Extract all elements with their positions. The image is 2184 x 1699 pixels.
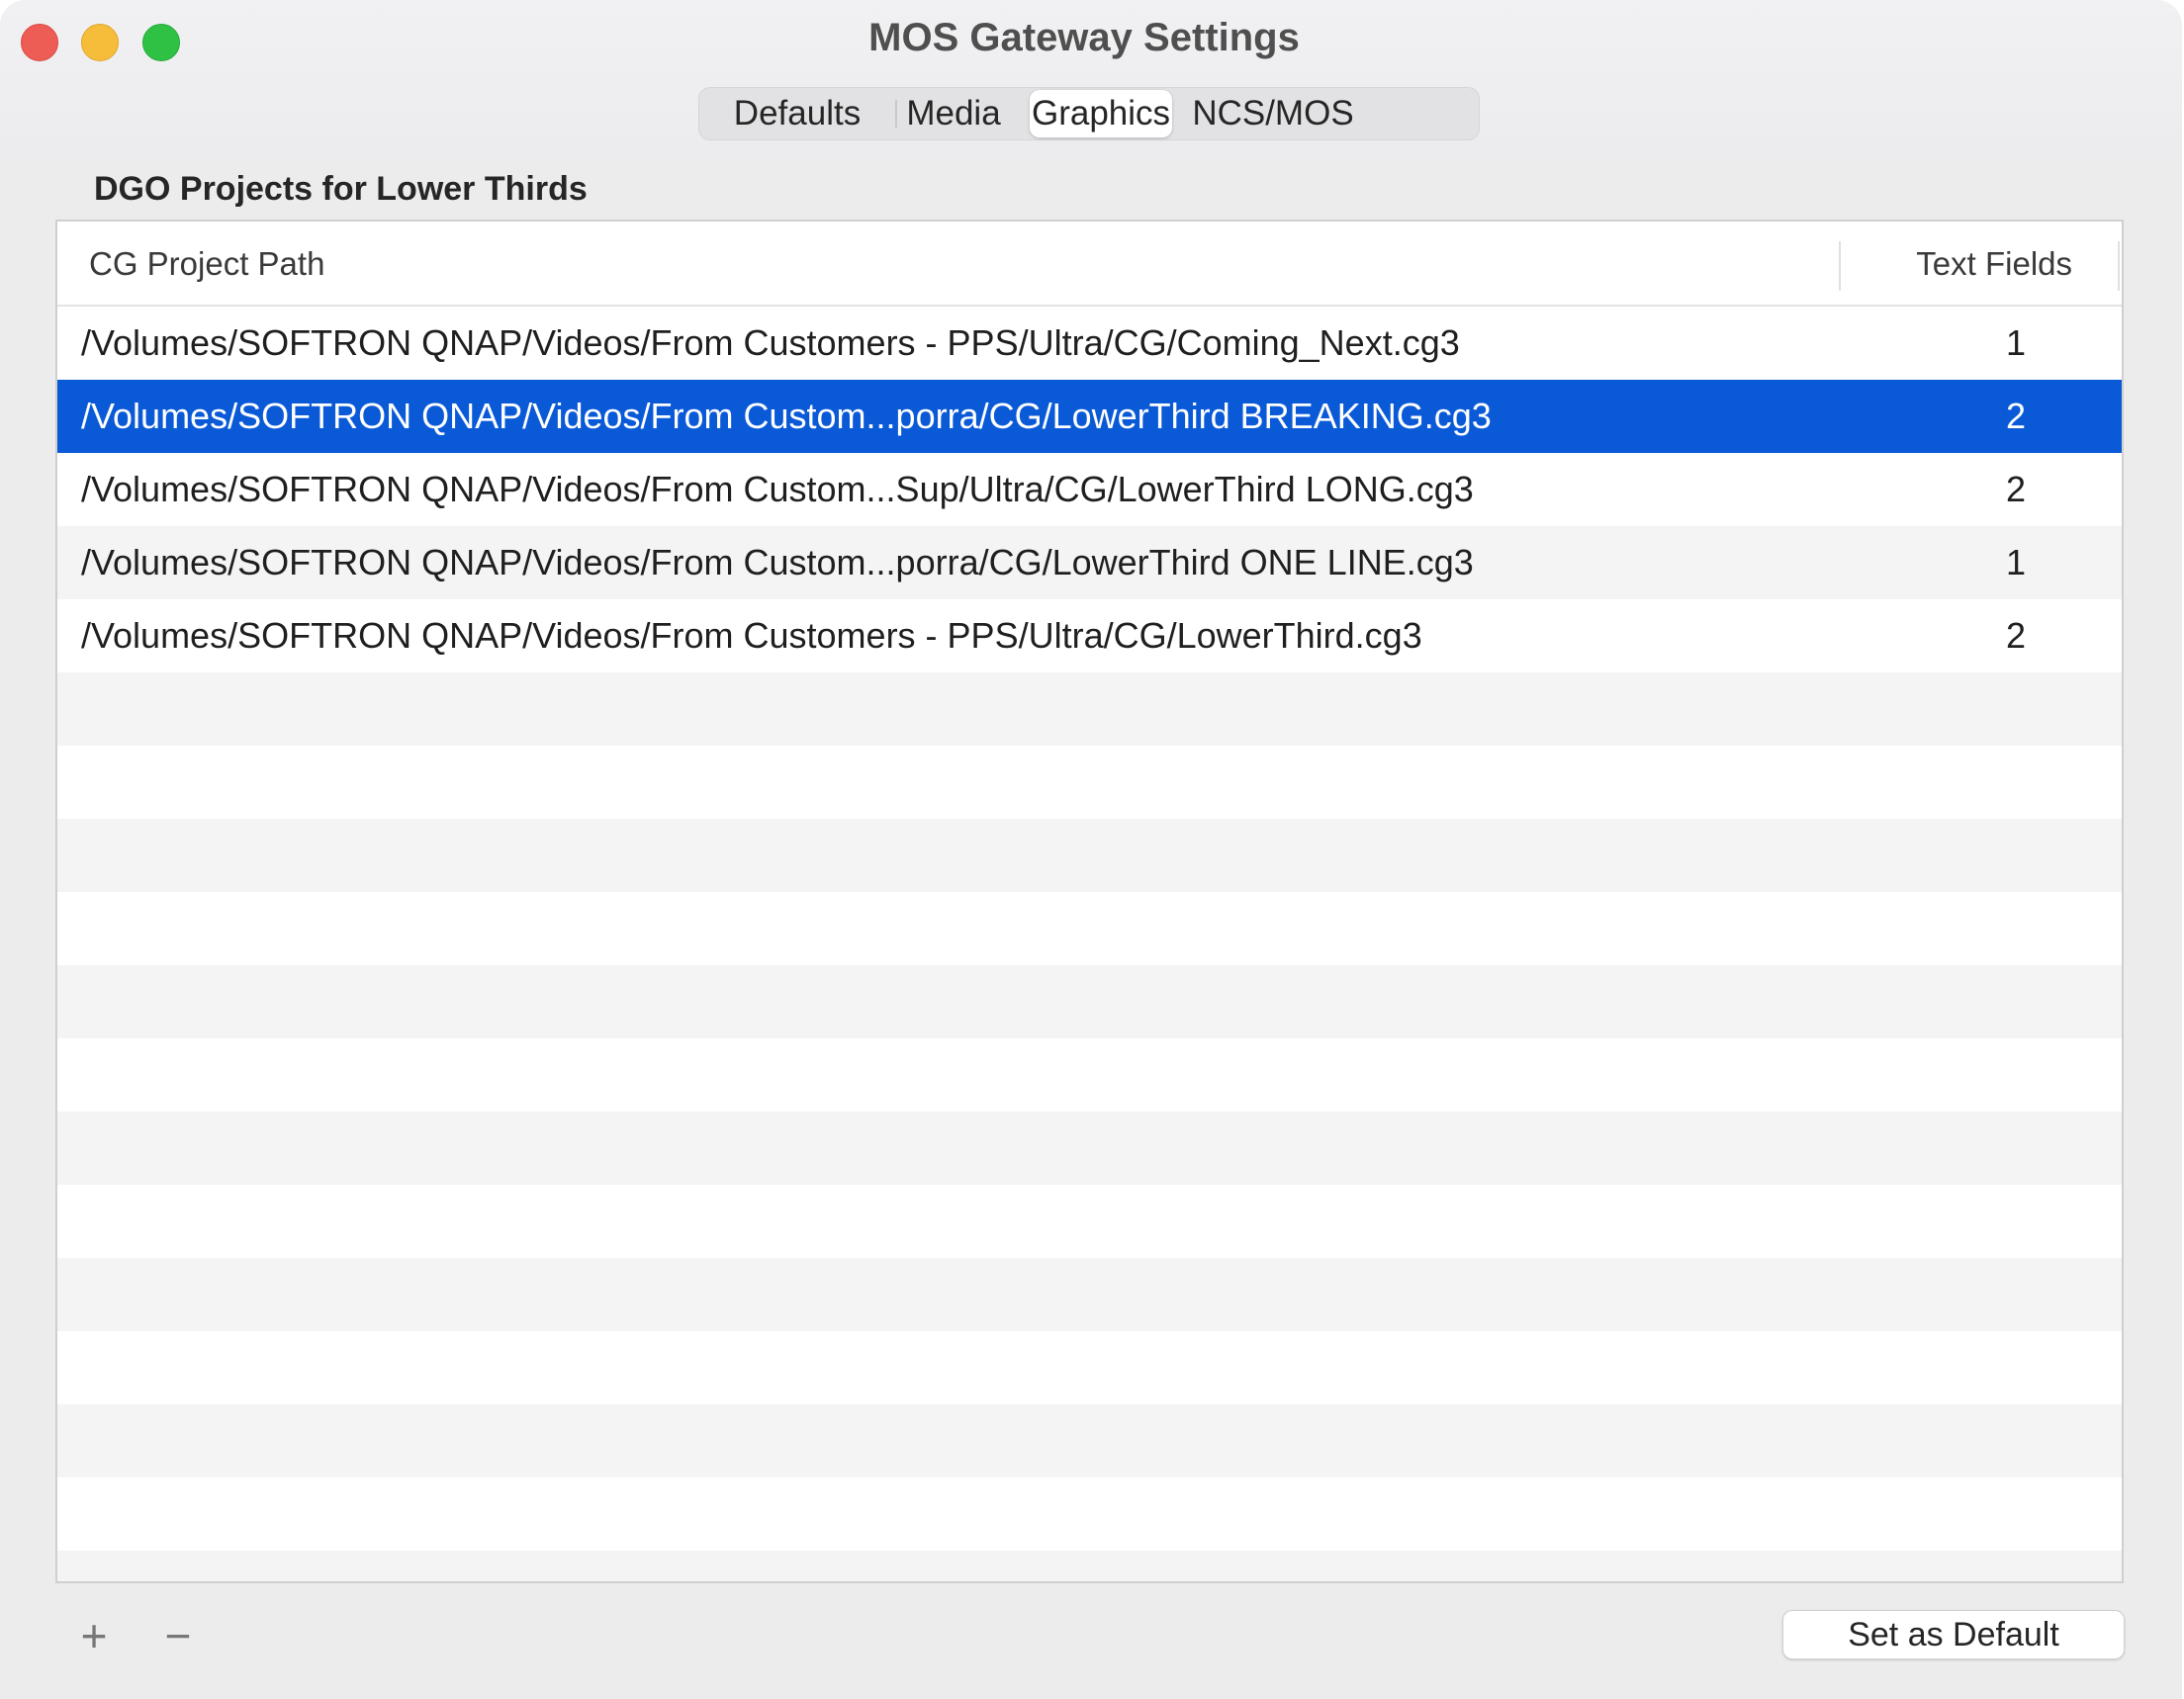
add-button[interactable]: +	[64, 1608, 124, 1663]
empty-row	[57, 672, 2122, 746]
empty-row	[57, 965, 2122, 1038]
row-text-fields: 2	[2005, 615, 2027, 656]
section-title: DGO Projects for Lower Thirds	[94, 170, 588, 208]
table-row[interactable]: /Volumes/SOFTRON QNAP/Videos/From Custom…	[57, 599, 2122, 672]
tab-graphics[interactable]: Graphics	[1030, 90, 1172, 137]
table-header: CG Project Path Text Fields	[57, 222, 2122, 307]
empty-row	[57, 746, 2122, 819]
tab-ncs-mos[interactable]: NCS/MOS	[1184, 90, 1362, 137]
empty-row	[57, 1258, 2122, 1331]
row-path: /Volumes/SOFTRON QNAP/Videos/From Custom…	[81, 469, 1474, 509]
row-text-fields: 1	[2005, 322, 2027, 363]
column-header-path[interactable]: CG Project Path	[89, 245, 324, 283]
tab-defaults[interactable]: Defaults	[699, 90, 895, 137]
empty-row	[57, 1404, 2122, 1477]
row-path: /Volumes/SOFTRON QNAP/Videos/From Custom…	[81, 396, 1492, 436]
settings-window: MOS Gateway Settings Defaults Media Grap…	[0, 0, 2182, 1699]
window-title: MOS Gateway Settings	[868, 16, 1300, 59]
remove-button[interactable]: −	[148, 1608, 208, 1663]
row-path: /Volumes/SOFTRON QNAP/Videos/From Custom…	[81, 322, 1460, 363]
row-path: /Volumes/SOFTRON QNAP/Videos/From Custom…	[81, 542, 1474, 582]
tab-bar: Defaults Media Graphics NCS/MOS	[698, 87, 1480, 140]
table-row-selected[interactable]: /Volumes/SOFTRON QNAP/Videos/From Custom…	[57, 380, 2122, 453]
table-row[interactable]: /Volumes/SOFTRON QNAP/Videos/From Custom…	[57, 526, 2122, 599]
empty-row	[57, 1477, 2122, 1551]
empty-row	[57, 1185, 2122, 1258]
title-bar: MOS Gateway Settings Defaults Media Grap…	[0, 0, 2182, 158]
column-header-text-fields[interactable]: Text Fields	[1916, 245, 2072, 283]
projects-table[interactable]: CG Project Path Text Fields /Volumes/SOF…	[55, 220, 2124, 1583]
table-body: /Volumes/SOFTRON QNAP/Videos/From Custom…	[57, 307, 2122, 1581]
column-divider	[2118, 241, 2120, 291]
empty-row	[57, 892, 2122, 965]
set-as-default-button[interactable]: Set as Default	[1782, 1610, 2125, 1659]
row-text-fields: 1	[2005, 542, 2027, 582]
tab-media[interactable]: Media	[897, 90, 1010, 137]
row-path: /Volumes/SOFTRON QNAP/Videos/From Custom…	[81, 615, 1422, 656]
table-row[interactable]: /Volumes/SOFTRON QNAP/Videos/From Custom…	[57, 307, 2122, 380]
column-divider[interactable]	[1839, 241, 1841, 291]
empty-row	[57, 1331, 2122, 1404]
row-text-fields: 2	[2005, 469, 2027, 509]
empty-row	[57, 1112, 2122, 1185]
table-row[interactable]: /Volumes/SOFTRON QNAP/Videos/From Custom…	[57, 453, 2122, 526]
empty-row	[57, 1038, 2122, 1112]
row-text-fields: 2	[2005, 396, 2027, 436]
empty-row	[57, 819, 2122, 892]
empty-row	[57, 1551, 2122, 1581]
